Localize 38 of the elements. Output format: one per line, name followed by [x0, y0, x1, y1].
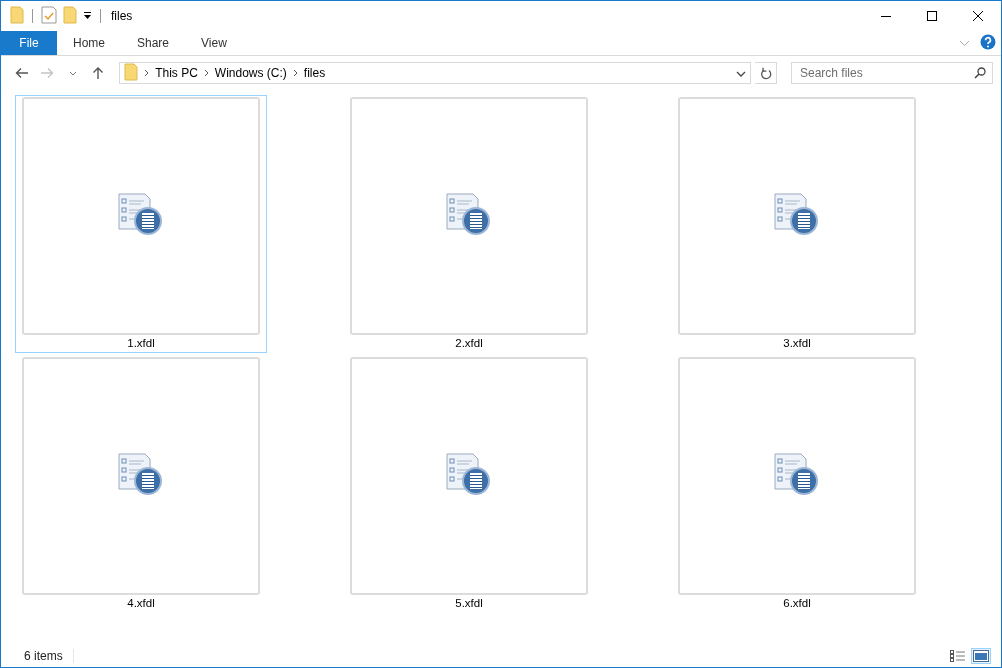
file-name: 1.xfdl [127, 337, 155, 349]
folder-icon [124, 62, 139, 84]
breadcrumb[interactable]: This PC [155, 66, 198, 80]
file-item[interactable]: 4.xfdl [15, 355, 267, 613]
recent-locations-icon [68, 70, 77, 76]
file-item[interactable]: 3.xfdl [671, 95, 923, 353]
window-title: files [111, 9, 133, 23]
file-name: 5.xfdl [455, 597, 483, 609]
breadcrumb[interactable]: Windows (C:) [214, 66, 287, 80]
close-icon [972, 10, 984, 22]
up-icon [92, 66, 105, 80]
maximize-icon [926, 10, 938, 22]
refresh-button[interactable] [755, 62, 777, 84]
back-icon [14, 67, 29, 79]
file-name: 4.xfdl [127, 597, 155, 609]
details-view-icon [950, 650, 966, 662]
file-tab[interactable]: File [1, 31, 57, 55]
search-field[interactable]: Search files [791, 62, 993, 84]
breadcrumb[interactable]: files [303, 66, 326, 80]
item-count: 6 items [24, 649, 74, 663]
file-item[interactable]: 2.xfdl [343, 95, 595, 353]
file-name: 3.xfdl [783, 337, 811, 349]
forward-icon [40, 67, 55, 79]
file-item[interactable]: 6.xfdl [671, 355, 923, 613]
ribbon-tab[interactable]: Home [57, 31, 121, 55]
file-name: 6.xfdl [783, 597, 811, 609]
ribbon-tab[interactable]: Share [121, 31, 186, 55]
file-item[interactable]: 1.xfdl [15, 95, 267, 353]
large-icons-view-icon [973, 650, 989, 662]
folder-icon [10, 5, 24, 27]
refresh-icon [759, 66, 772, 80]
address-bar[interactable]: This PC Windows (C:) files [119, 62, 752, 84]
file-item[interactable]: 5.xfdl [343, 355, 595, 613]
ribbon-tab[interactable]: View [185, 31, 243, 55]
search-icon [974, 67, 986, 79]
large-icons-view-button[interactable] [971, 648, 991, 664]
details-view-button[interactable] [948, 648, 968, 664]
file-name: 2.xfdl [455, 337, 483, 349]
